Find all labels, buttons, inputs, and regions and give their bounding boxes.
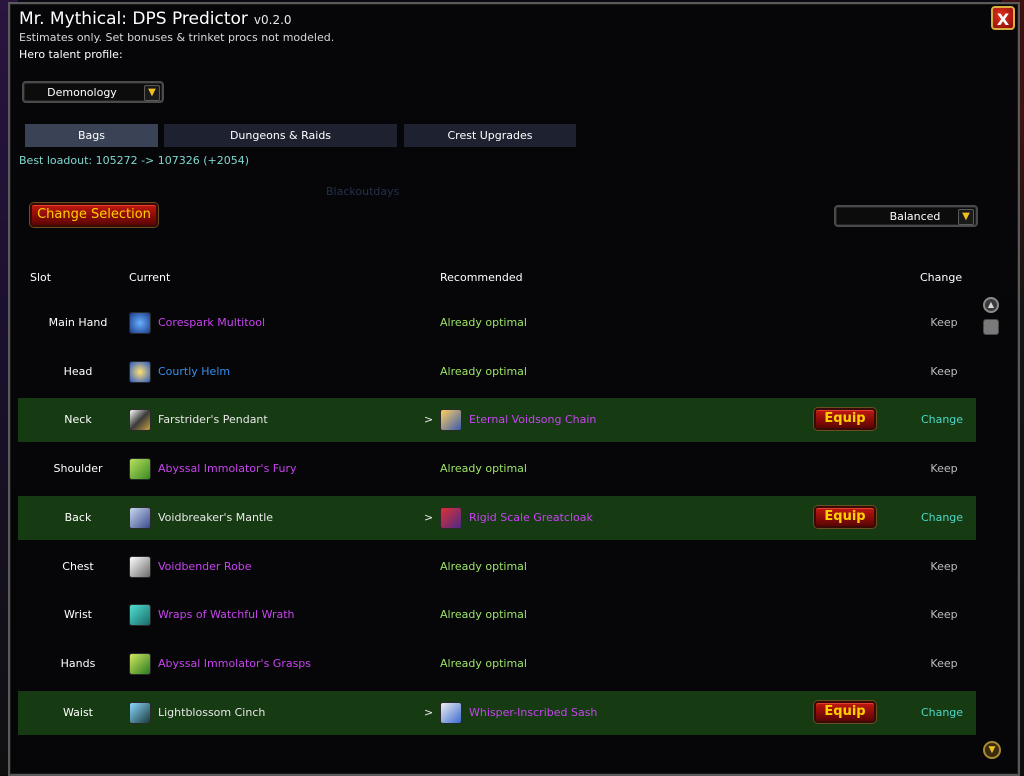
blue-gear-icon [129,312,151,334]
table-row: Head Courtly Helm Already optimal Keep [18,350,976,394]
cloak-icon [129,507,151,529]
slot-label: Wrist [63,608,92,621]
current-item-link[interactable]: Lightblossom Cinch [158,691,265,735]
table-row: Main Hand Corespark Multitool Already opti… [18,301,976,345]
tab-dungeons-raids[interactable]: Dungeons & Raids [164,124,397,147]
mode-dropdown[interactable]: Balanced ▼ [834,205,978,227]
upgrade-arrow-icon: > [424,511,434,524]
upgrade-arrow-icon: > [424,413,434,426]
current-item-link[interactable]: Abyssal Immolator's Fury [158,447,297,491]
slot-label: Back [64,511,92,524]
current-item-link[interactable]: Farstrider's Pendant [158,398,268,442]
keep-status: Keep [930,462,958,475]
change-status: Change [920,706,964,719]
column-header-change: Change [920,271,963,284]
current-item-link[interactable]: Voidbreaker's Mantle [158,496,273,540]
current-item-link[interactable]: Courtly Helm [158,350,230,394]
keep-status: Keep [930,316,958,329]
upgrade-arrow-icon: > [424,706,434,719]
chevron-down-icon[interactable]: ▼ [958,209,974,225]
robe-icon [129,556,151,578]
equip-button[interactable]: Equip [814,506,876,528]
version-label: v0.2.0 [253,13,292,27]
belt-icon [129,702,151,724]
gold-helm-icon [129,361,151,383]
recommended-status: Already optimal [440,365,527,378]
spec-dropdown-value: Demonology [47,86,117,99]
current-item-link[interactable]: Voidbender Robe [158,545,252,589]
subtitle-note: Estimates only. Set bonuses & trinket pr… [19,31,335,44]
recommended-status: Already optimal [440,560,527,573]
slot-label: Neck [64,413,92,426]
table-row: Shoulder Abyssal Immolator's Fury Already … [18,447,976,491]
best-loadout-text: Best loadout: 105272 -> 107326 (+2054) [19,154,250,167]
slot-label: Main Hand [48,316,108,329]
current-item-link[interactable]: Corespark Multitool [158,301,265,345]
arrow-down-icon: ▼ [988,745,996,755]
keep-status: Keep [930,608,958,621]
scroll-up-button[interactable]: ▲ [983,297,999,313]
equip-button[interactable]: Equip [814,701,876,723]
equip-button[interactable]: Equip [814,408,876,430]
mode-dropdown-value: Balanced [889,210,941,223]
table-row: Hands Abyssal Immolator's Grasps Already o… [18,642,976,686]
slot-label: Chest [62,560,94,573]
hero-talent-label: Hero talent profile: [19,48,123,61]
scrollbar-thumb[interactable] [983,319,999,335]
column-header-slot: Slot [30,271,52,284]
scroll-down-button[interactable]: ▼ [983,741,1001,759]
arrow-up-icon: ▲ [987,300,995,309]
recommended-item-link[interactable]: Whisper-Inscribed Sash [469,691,597,735]
green-gloves-icon [129,653,151,675]
red-cloak-icon [440,507,462,529]
chain-icon [440,409,462,431]
slot-label: Head [63,365,93,378]
change-selection-button[interactable]: Change Selection [30,203,158,227]
tab-bags[interactable]: Bags [25,124,158,147]
recommended-status: Already optimal [440,657,527,670]
background-faint-text: Blackoutdays [326,185,400,198]
close-button[interactable]: X [991,6,1015,30]
change-status: Change [920,511,964,524]
slot-label: Hands [60,657,96,670]
pendant-icon [129,409,151,431]
current-item-link[interactable]: Abyssal Immolator's Grasps [158,642,311,686]
column-header-recommended: Recommended [440,271,523,284]
teal-wraps-icon [129,604,151,626]
window-title: Mr. Mythical: DPS Predictor v0.2.0 [19,9,292,29]
recommended-status: Already optimal [440,316,527,329]
slot-label: Waist [62,706,93,719]
column-header-current: Current [129,271,171,284]
keep-status: Keep [930,657,958,670]
recommended-status: Already optimal [440,608,527,621]
close-icon: X [996,10,1010,29]
keep-status: Keep [930,365,958,378]
keep-status: Keep [930,560,958,573]
table-row: Wrist Wraps of Watchful Wrath Already opti… [18,593,976,637]
sash-icon [440,702,462,724]
recommended-status: Already optimal [440,462,527,475]
table-row: Chest Voidbender Robe Already optimal Keep [18,545,976,589]
table-row: Back Voidbreaker's Mantle > Rigid Scale Gre… [18,496,976,540]
recommended-item-link[interactable]: Eternal Voidsong Chain [469,398,596,442]
current-item-link[interactable]: Wraps of Watchful Wrath [158,593,295,637]
slot-label: Shoulder [53,462,103,475]
spec-dropdown[interactable]: Demonology ▼ [22,81,164,103]
table-row: Neck Farstrider's Pendant > Eternal Voidson… [18,398,976,442]
recommended-item-link[interactable]: Rigid Scale Greatcloak [469,496,593,540]
green-shoulder-icon [129,458,151,480]
table-row: Waist Lightblossom Cinch > Whisper-Inscribe… [18,691,976,735]
tab-crest-upgrades[interactable]: Crest Upgrades [404,124,576,147]
chevron-down-icon[interactable]: ▼ [144,85,160,101]
change-status: Change [920,413,964,426]
